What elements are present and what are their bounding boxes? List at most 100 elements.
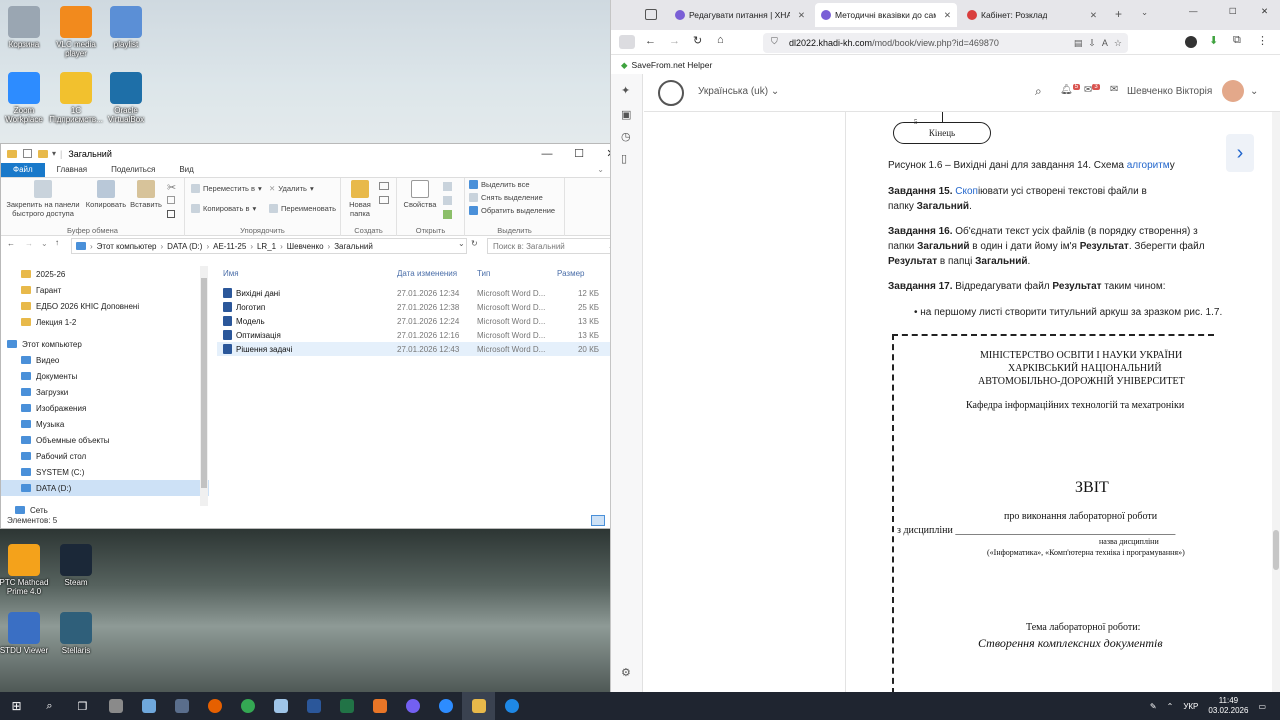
task-view-icon[interactable]: ❐: [66, 692, 99, 720]
back-arrow-icon[interactable]: ←: [7, 239, 15, 248]
up-arrow-icon[interactable]: ↑: [55, 238, 59, 247]
table-row[interactable]: Оптимізація 27.01.2026 12:16 Microsoft Wor…: [217, 328, 611, 342]
matlab-icon[interactable]: [363, 692, 396, 720]
refresh-icon[interactable]: ↻: [471, 239, 478, 248]
history-icon[interactable]: [443, 210, 452, 219]
desktop-icon[interactable]: Корзина: [0, 6, 52, 49]
desktop-icon[interactable]: 1С Підприємств...: [48, 72, 104, 124]
nav-item[interactable]: ЕДБО 2026 КНІС Доповнені: [1, 298, 209, 314]
tab-file[interactable]: Файл: [1, 163, 45, 177]
user-name[interactable]: Шевченко Вікторія: [1127, 86, 1212, 97]
menu-icon[interactable]: ⋮: [1257, 34, 1268, 47]
page-scrollbar-thumb[interactable]: [1273, 530, 1279, 570]
paste-button[interactable]: Вставить: [127, 180, 165, 209]
nav-item[interactable]: Этот компьютер: [1, 336, 209, 352]
algorithm-link[interactable]: алгоритм: [1127, 160, 1170, 171]
bookmark-savefrom[interactable]: SaveFrom.net Helper: [632, 60, 713, 70]
invert-selection-button[interactable]: Обратить выделение: [469, 206, 555, 215]
tab-list-chevron-icon[interactable]: ⌄: [1141, 7, 1148, 18]
university-logo-icon[interactable]: [658, 80, 684, 106]
ai-chat-icon[interactable]: ✦: [621, 84, 630, 97]
page-scrollbar[interactable]: [1272, 112, 1280, 692]
nav-item[interactable]: Музыка: [1, 416, 209, 432]
file-explorer-icon[interactable]: [462, 692, 495, 720]
paste-shortcut-icon[interactable]: [167, 210, 175, 218]
minimize-icon[interactable]: —: [531, 144, 563, 163]
easy-access-icon[interactable]: [379, 196, 389, 204]
table-row[interactable]: Модель 27.01.2026 12:24 Microsoft Word D..…: [217, 314, 611, 328]
breadcrumb-separator-icon[interactable]: ›: [161, 242, 164, 251]
notifications-icon[interactable]: ▭: [1258, 702, 1266, 711]
language-selector[interactable]: Українська (uk) ⌄: [698, 86, 779, 97]
avatar[interactable]: [1222, 80, 1244, 102]
breadcrumb-separator-icon[interactable]: ›: [206, 242, 209, 251]
breadcrumb-separator-icon[interactable]: ›: [90, 242, 93, 251]
ribbon-expand-icon[interactable]: ⌄: [593, 163, 608, 177]
breadcrumb-item[interactable]: LR_1: [257, 242, 276, 251]
nav-item[interactable]: Гарант: [1, 282, 209, 298]
breadcrumb-separator-icon[interactable]: ›: [328, 242, 331, 251]
viber-icon[interactable]: [396, 692, 429, 720]
sidebar-settings-gear-icon[interactable]: ⚙: [621, 666, 631, 679]
nav-item[interactable]: 2025-26: [1, 266, 209, 282]
extensions-icon[interactable]: ⧉: [1233, 34, 1241, 47]
new-folder-icon[interactable]: [38, 149, 48, 158]
keyboard-language[interactable]: УКР: [1183, 702, 1198, 711]
breadcrumb-item[interactable]: DATA (D:): [167, 242, 202, 251]
forward-arrow-icon[interactable]: →: [25, 239, 33, 248]
word-icon[interactable]: [297, 692, 330, 720]
file-explorer-window[interactable]: ▾ | Загальний — ☐ ✕ Файл Главная Поделит…: [0, 143, 628, 529]
breadcrumb-item[interactable]: Загальний: [334, 242, 373, 251]
browser-window[interactable]: Редагувати питання | ХНАДУ ✕ Методичні в…: [610, 0, 1280, 692]
column-header-size[interactable]: Размер: [557, 269, 585, 278]
rename-button[interactable]: Переименовать: [269, 204, 336, 213]
nav-item[interactable]: Загрузки: [1, 384, 209, 400]
bookmarks-icon[interactable]: ▯: [621, 152, 627, 165]
home-icon[interactable]: ⌂: [717, 34, 724, 46]
nav-item[interactable]: Лекция 1-2: [1, 314, 209, 330]
browser-tab-schedule[interactable]: Кабінет: Розклад ✕: [961, 3, 1103, 27]
back-arrow-icon[interactable]: ←: [645, 35, 656, 47]
edit-icon[interactable]: [443, 196, 452, 205]
messages-icon[interactable]: ✉ 3: [1084, 84, 1100, 95]
desktop-icon[interactable]: Oracle VirtualBox: [98, 72, 154, 124]
desktop-icon[interactable]: Zoom Workplace: [0, 72, 52, 124]
taskbar-app-icon[interactable]: [132, 692, 165, 720]
browser-minimize-icon[interactable]: —: [1189, 6, 1198, 16]
tray-overflow-chevron-icon[interactable]: ⌃: [1167, 702, 1174, 711]
tab-overview-icon[interactable]: [645, 9, 657, 20]
tab-view[interactable]: Вид: [167, 163, 205, 177]
quick-access-chevron-icon[interactable]: ▾: [52, 149, 56, 158]
reader-view-icon[interactable]: ▤: [1074, 38, 1083, 49]
close-tab-icon[interactable]: ✕: [798, 10, 805, 21]
nav-item[interactable]: Изображения: [1, 400, 209, 416]
browser-tab-guidelines[interactable]: Методичні вказівки до самос ✕: [815, 3, 957, 27]
details-view-icon[interactable]: [591, 515, 605, 526]
select-none-button[interactable]: Снять выделение: [469, 193, 543, 202]
nav-item[interactable]: Объемные объекты: [1, 432, 209, 448]
nav-scrollbar[interactable]: [200, 266, 208, 506]
mail-icon[interactable]: ✉: [1110, 84, 1118, 95]
tab-share[interactable]: Поделиться: [99, 163, 167, 177]
forward-arrow-icon[interactable]: →: [669, 35, 680, 47]
table-row[interactable]: Логотип 27.01.2026 12:38 Microsoft Word D.…: [217, 300, 611, 314]
nav-item[interactable]: Рабочий стол: [1, 448, 209, 464]
open-icon[interactable]: [443, 182, 452, 191]
delete-button[interactable]: ✕ Удалить ▾: [269, 184, 314, 193]
close-tab-icon[interactable]: ✕: [944, 10, 951, 21]
zoom-icon[interactable]: [429, 692, 462, 720]
breadcrumb-item[interactable]: Шевченко: [287, 242, 324, 251]
table-row[interactable]: Рішення задачі 27.01.2026 12:43 Microsoft …: [217, 342, 611, 356]
site-info-shield-icon[interactable]: ⛉: [771, 36, 778, 47]
close-tab-icon[interactable]: ✕: [1090, 10, 1097, 21]
column-header-date[interactable]: Дата изменения: [397, 269, 457, 278]
nav-item[interactable]: Документы: [1, 368, 209, 384]
sidebar-toggle-icon[interactable]: [619, 35, 635, 49]
table-row[interactable]: Вихідні дані 27.01.2026 12:34 Microsoft Wo…: [217, 286, 611, 300]
nav-scrollbar-thumb[interactable]: [201, 278, 207, 488]
search-icon[interactable]: ⌕: [1035, 84, 1042, 99]
copy-button[interactable]: Копировать: [83, 180, 129, 209]
history-icon[interactable]: ◷: [621, 130, 631, 143]
excel-icon[interactable]: [330, 692, 363, 720]
desktop-icon[interactable]: STDU Viewer: [0, 612, 52, 655]
